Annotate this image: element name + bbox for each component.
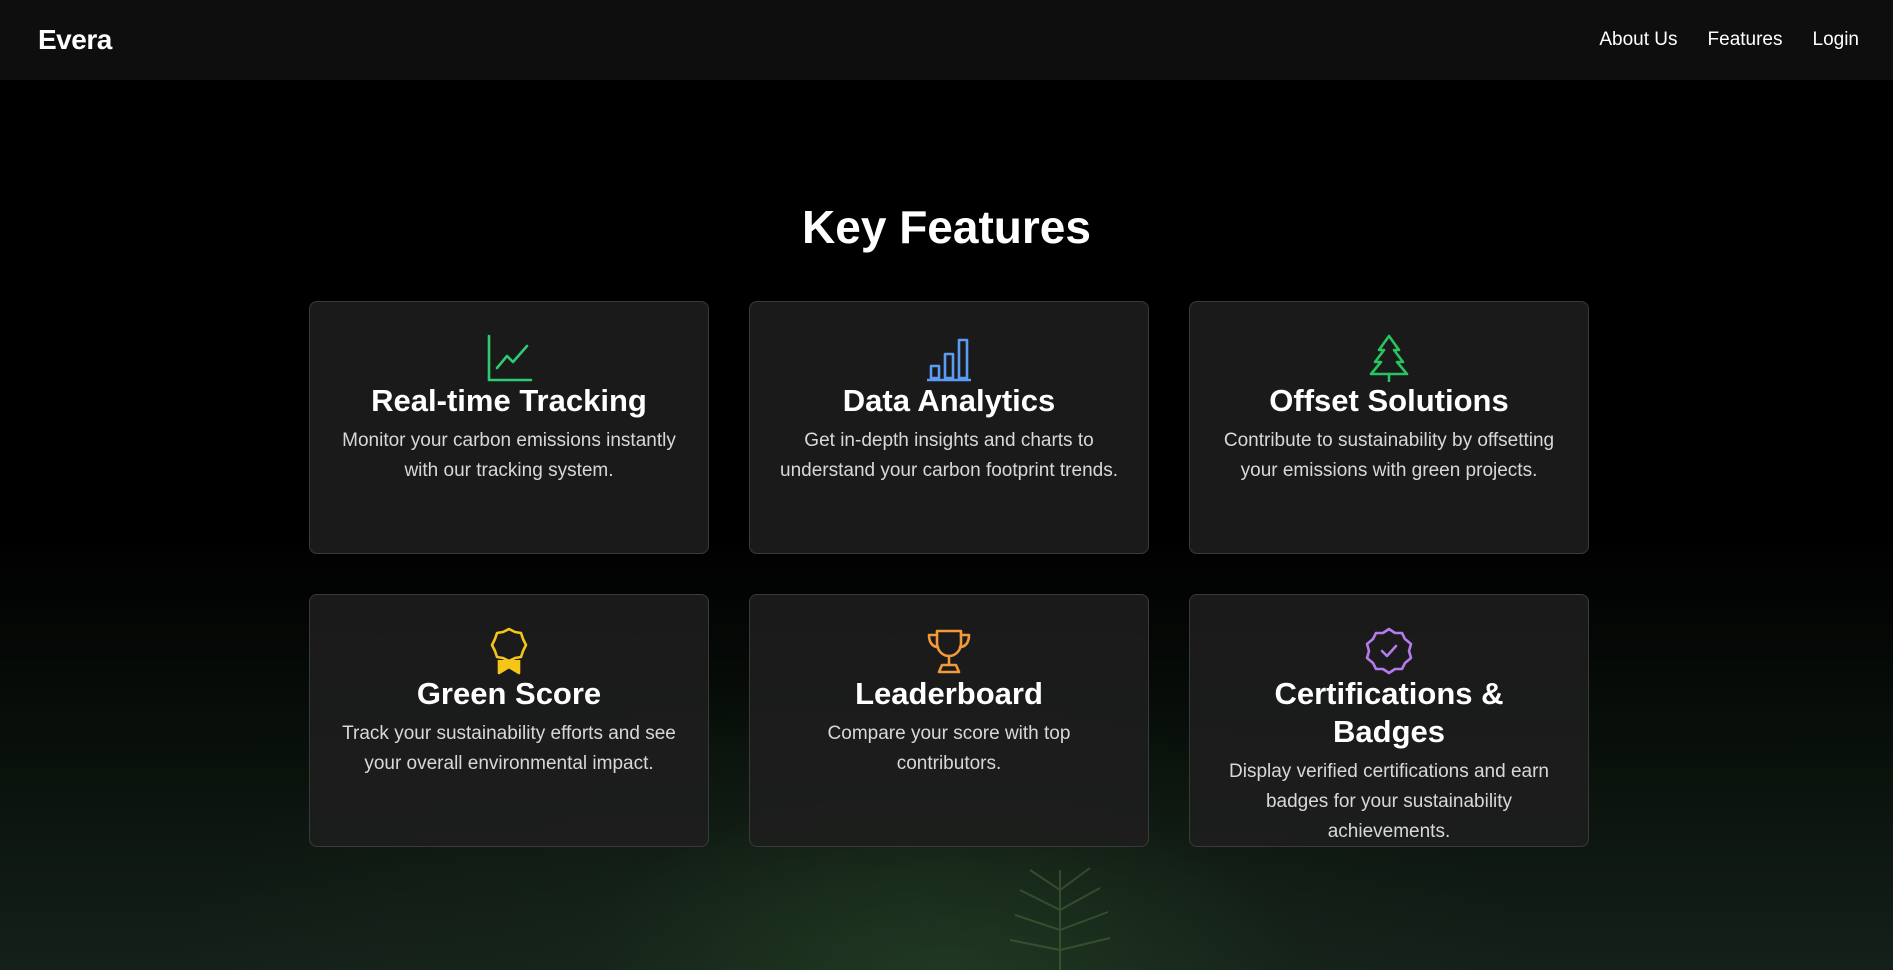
feature-title: Green Score xyxy=(416,676,602,711)
award-icon xyxy=(485,627,533,675)
nav-link-features[interactable]: Features xyxy=(1708,29,1783,51)
features-grid: Real-time Tracking Monitor your carbon e… xyxy=(309,301,1589,847)
feature-title: Certifications & Badges xyxy=(1274,676,1504,749)
nav-link-about-us[interactable]: About Us xyxy=(1599,29,1677,51)
feature-card-real-time-tracking: Real-time Tracking Monitor your carbon e… xyxy=(309,301,709,554)
brand-logo[interactable]: Evera xyxy=(38,24,112,56)
feature-card-leaderboard: Leaderboard Compare your score with top … xyxy=(749,594,1149,847)
page-title: Key Features xyxy=(802,201,1091,253)
feature-description: Compare your score with top contributors… xyxy=(827,723,1071,774)
pine-branch-decoration xyxy=(1009,867,1111,970)
nav-links: About Us Features Login xyxy=(1599,29,1859,51)
trophy-icon xyxy=(925,627,973,675)
feature-card-green-score: Green Score Track your sustainability ef… xyxy=(309,594,709,847)
feature-description: Display verified certifications and earn… xyxy=(1229,761,1549,842)
feature-title: Leaderboard xyxy=(855,676,1043,711)
tree-icon xyxy=(1365,334,1413,382)
feature-description: Contribute to sustainability by offsetti… xyxy=(1223,430,1555,481)
feature-card-offset-solutions: Offset Solutions Contribute to sustainab… xyxy=(1189,301,1589,554)
navbar: Evera About Us Features Login xyxy=(0,0,1893,80)
feature-title: Real-time Tracking xyxy=(371,383,647,418)
feature-description: Get in-depth insights and charts to unde… xyxy=(780,430,1118,481)
feature-description: Track your sustainability efforts and se… xyxy=(342,723,676,774)
feature-card-certifications-badges: Certifications & Badges Display verified… xyxy=(1189,594,1589,847)
bar-chart-icon xyxy=(925,334,973,382)
feature-title: Offset Solutions xyxy=(1269,383,1509,418)
line-chart-icon xyxy=(485,334,533,382)
nav-link-login[interactable]: Login xyxy=(1813,29,1860,51)
feature-description: Monitor your carbon emissions instantly … xyxy=(342,430,676,481)
badge-check-icon xyxy=(1365,627,1413,675)
feature-title: Data Analytics xyxy=(842,383,1056,418)
feature-card-data-analytics: Data Analytics Get in-depth insights and… xyxy=(749,301,1149,554)
